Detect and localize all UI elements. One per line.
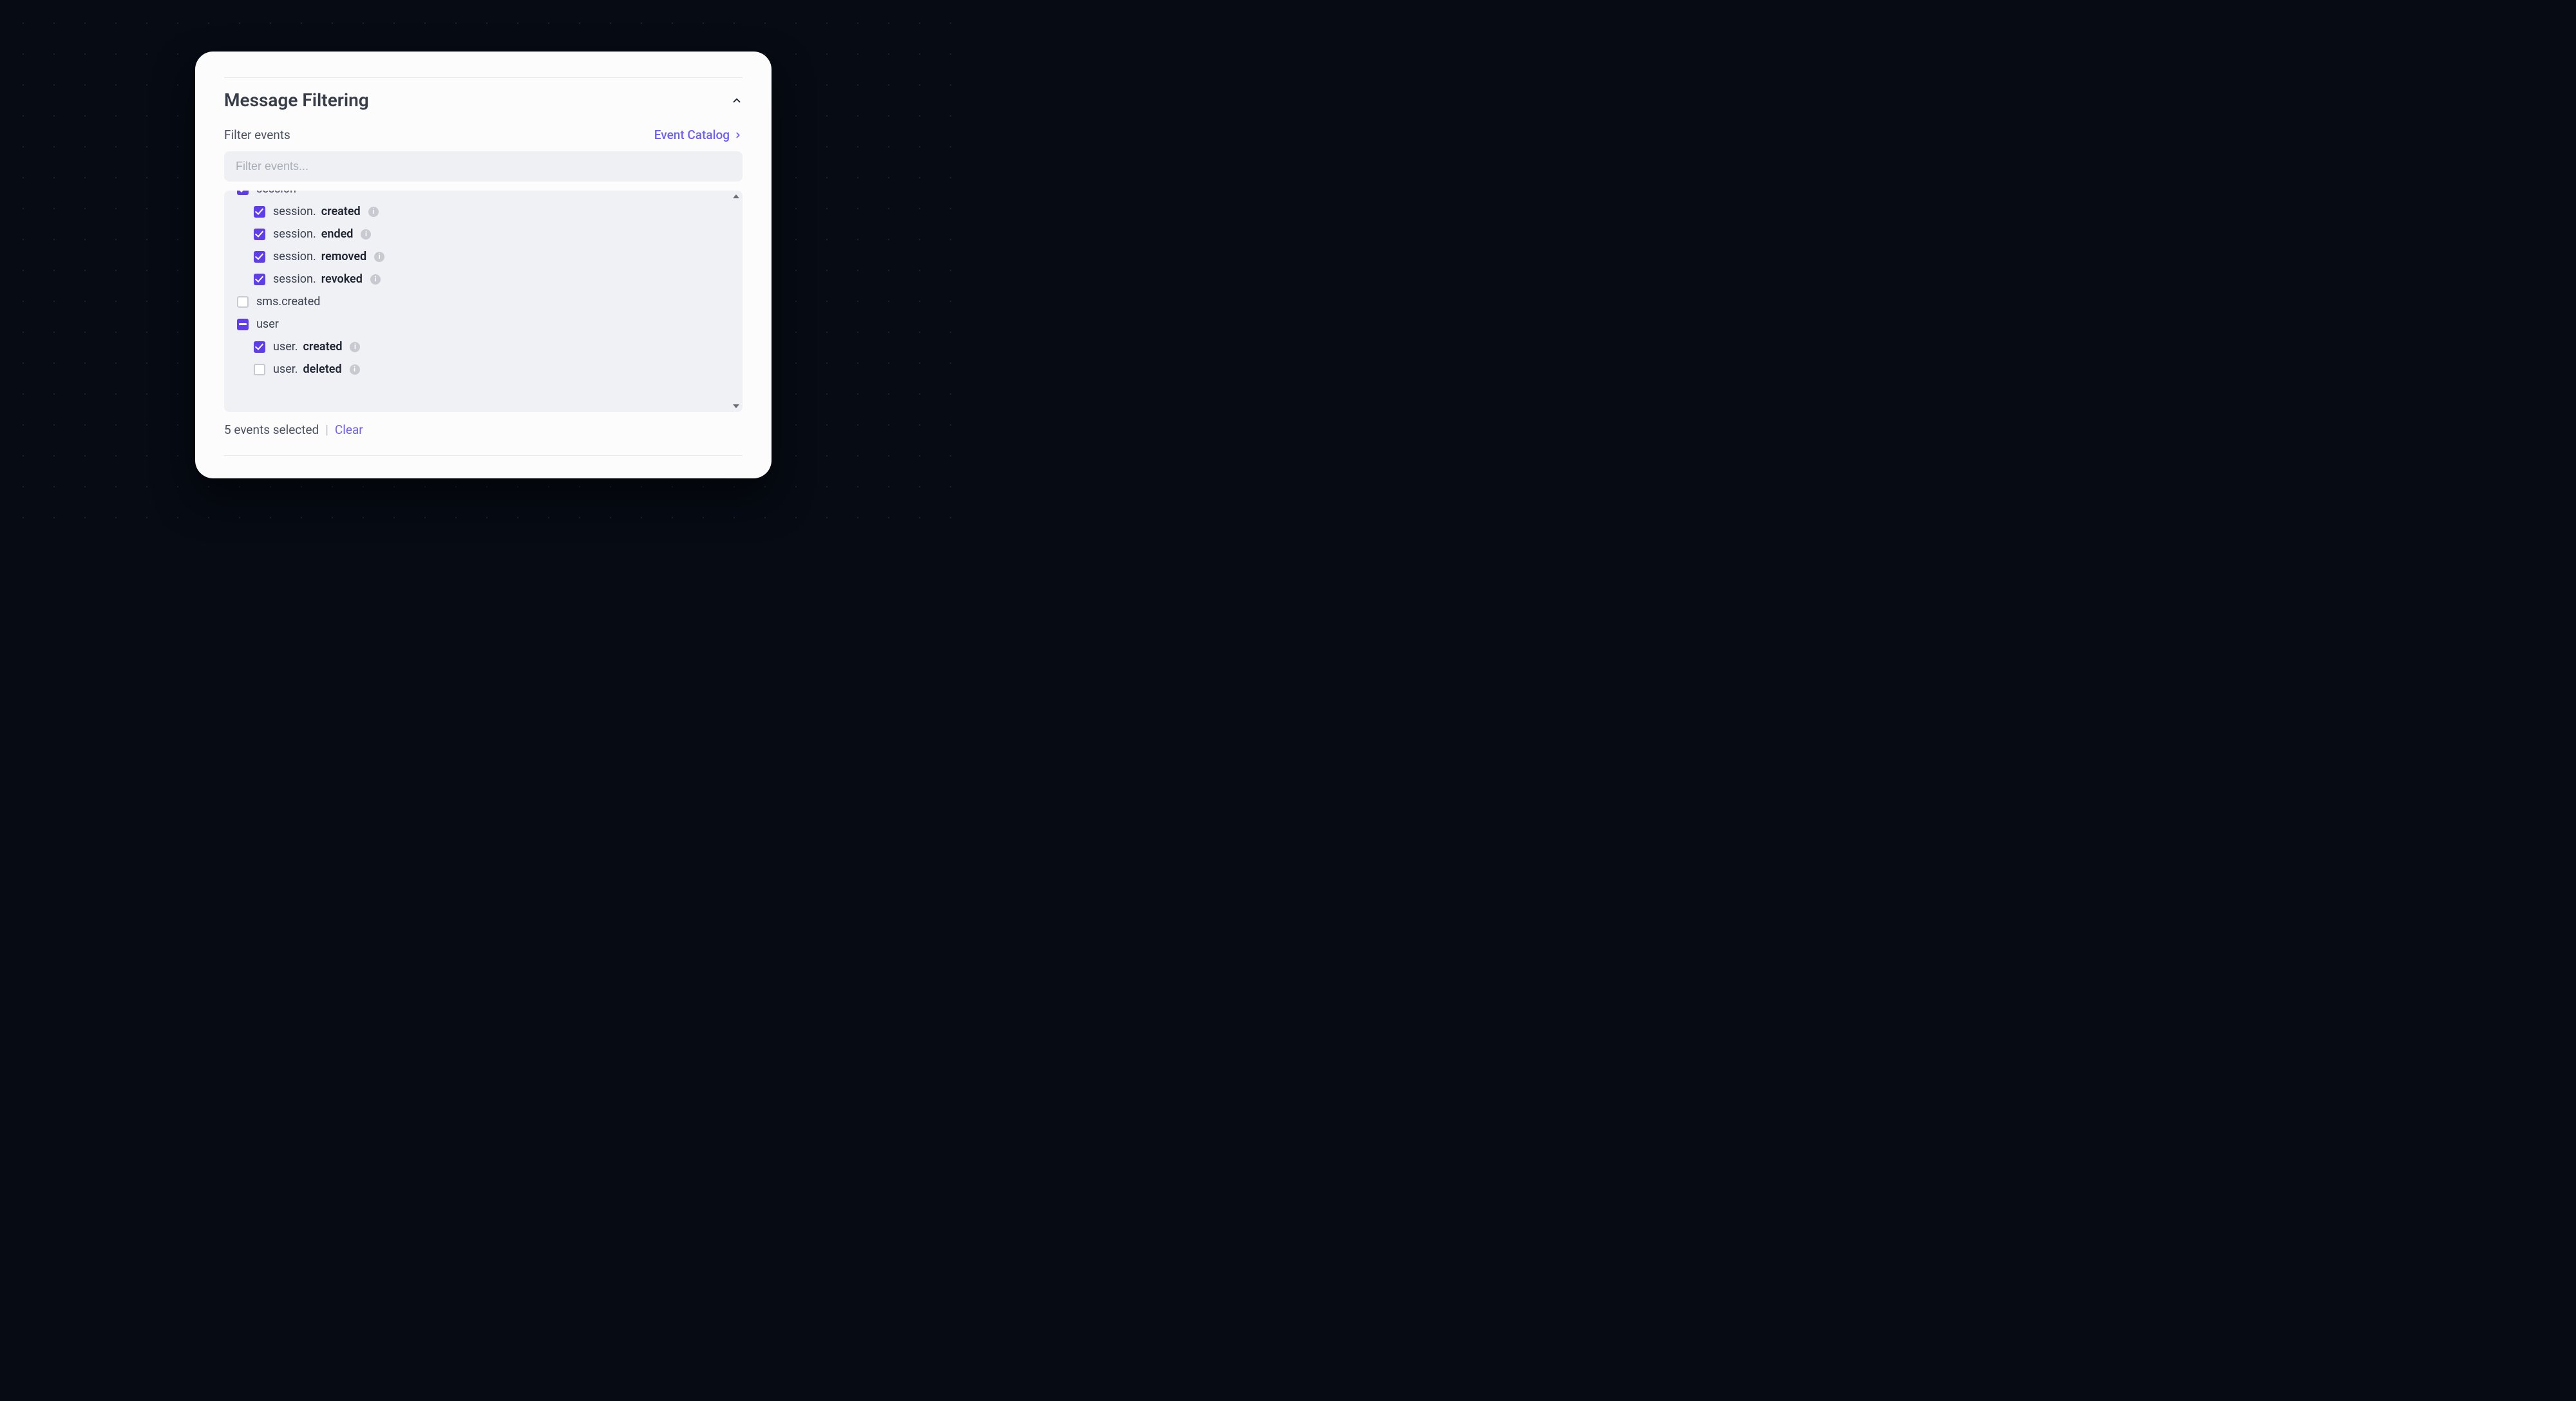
checkbox-session-ended[interactable] [254,229,265,240]
event-item-label: session.created [273,205,361,218]
panel-subhead-row: Filter events Event Catalog [224,127,743,142]
event-item-label: session.revoked [273,272,363,286]
info-icon[interactable]: i [350,342,360,352]
event-group-label: user [256,317,279,331]
event-list-scroll[interactable]: session session.created i session.ended … [224,191,743,412]
event-item-session-created[interactable]: session.created i [233,200,734,223]
panel-title: Message Filtering [224,89,369,111]
info-icon[interactable]: i [361,229,371,240]
chevron-right-icon [734,131,743,140]
checkbox-sms-created[interactable] [237,296,249,308]
message-filtering-panel: Message Filtering Filter events Event Ca… [195,52,772,478]
checkbox-user-created[interactable] [254,341,265,353]
event-group-session[interactable]: session [233,191,734,200]
event-catalog-link-text: Event Catalog [654,127,730,142]
scrollbar-arrow-down-icon[interactable] [733,404,739,408]
event-item-user-deleted[interactable]: user.deleted i [233,358,734,381]
event-item-label: sms.created [256,295,320,308]
filter-events-label: Filter events [224,127,290,142]
info-icon[interactable]: i [374,252,384,262]
event-list: session session.created i session.ended … [224,191,743,412]
event-item-user-created[interactable]: user.created i [233,335,734,358]
footer-separator: | [325,422,328,437]
checkbox-session-created[interactable] [254,206,265,218]
checkbox-session-revoked[interactable] [254,274,265,285]
event-item-session-ended[interactable]: session.ended i [233,223,734,245]
event-item-label: session.removed [273,250,366,263]
checkbox-session[interactable] [237,191,249,195]
info-icon[interactable]: i [370,274,381,285]
scrollbar-arrow-up-icon[interactable] [733,194,739,198]
panel-header[interactable]: Message Filtering [224,89,743,111]
info-icon[interactable]: i [368,207,379,217]
event-item-label: user.deleted [273,362,342,376]
event-group-user[interactable]: user [233,313,734,335]
panel-divider-bottom [224,455,743,456]
checkbox-user-deleted[interactable] [254,364,265,375]
selected-count: 5 events selected [224,422,319,437]
event-item-label: user.created [273,340,342,353]
filter-events-input[interactable] [224,151,743,182]
event-catalog-link[interactable]: Event Catalog [654,127,743,142]
info-icon[interactable]: i [350,364,360,375]
event-item-label: session.ended [273,227,353,241]
panel-divider-top [224,77,743,78]
panel-footer: 5 events selected | Clear [224,422,743,437]
scroll-padding [233,381,734,412]
checkbox-session-removed[interactable] [254,251,265,263]
event-item-session-revoked[interactable]: session.revoked i [233,268,734,290]
chevron-up-icon[interactable] [731,95,743,106]
event-item-session-removed[interactable]: session.removed i [233,245,734,268]
event-group-label: session [256,191,296,196]
clear-button[interactable]: Clear [335,422,363,437]
event-item-sms-created[interactable]: sms.created [233,290,734,313]
checkbox-user[interactable] [237,319,249,330]
